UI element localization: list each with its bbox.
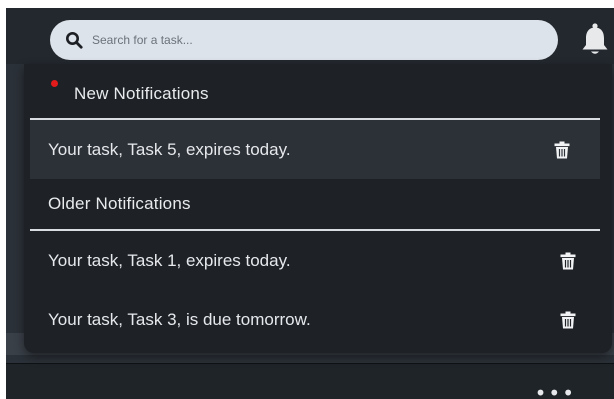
notifications-bell-button[interactable] bbox=[578, 22, 612, 62]
new-notifications-label: New Notifications bbox=[74, 84, 209, 103]
notification-item[interactable]: Your task, Task 1, expires today. bbox=[24, 231, 612, 290]
new-notifications-header: New Notifications bbox=[24, 64, 612, 118]
app-screen: ••• New Notifications Your task, Task 5,… bbox=[6, 8, 614, 399]
notification-item[interactable]: Your task, Task 3, is due tomorrow. bbox=[24, 290, 612, 349]
notification-text: Your task, Task 1, expires today. bbox=[48, 250, 291, 270]
top-bar bbox=[6, 8, 614, 64]
older-notifications-header: Older Notifications bbox=[24, 179, 612, 229]
unread-dot-icon bbox=[51, 80, 58, 87]
trash-icon[interactable] bbox=[560, 252, 576, 270]
search-input[interactable] bbox=[92, 33, 512, 47]
notification-text: Your task, Task 3, is due tomorrow. bbox=[48, 309, 311, 329]
older-notifications-label: Older Notifications bbox=[48, 194, 191, 213]
trash-icon[interactable] bbox=[554, 141, 570, 159]
search-icon bbox=[64, 30, 84, 50]
trash-icon[interactable] bbox=[560, 311, 576, 329]
notification-item[interactable]: Your task, Task 5, expires today. bbox=[30, 120, 600, 179]
notification-text: Your task, Task 5, expires today. bbox=[48, 139, 291, 159]
more-options-button[interactable]: ••• bbox=[535, 383, 576, 399]
search-bar[interactable] bbox=[50, 20, 558, 60]
notifications-dropdown: New Notifications Your task, Task 5, exp… bbox=[24, 64, 612, 353]
bell-icon bbox=[580, 22, 610, 63]
task-panel: ••• bbox=[6, 363, 614, 399]
